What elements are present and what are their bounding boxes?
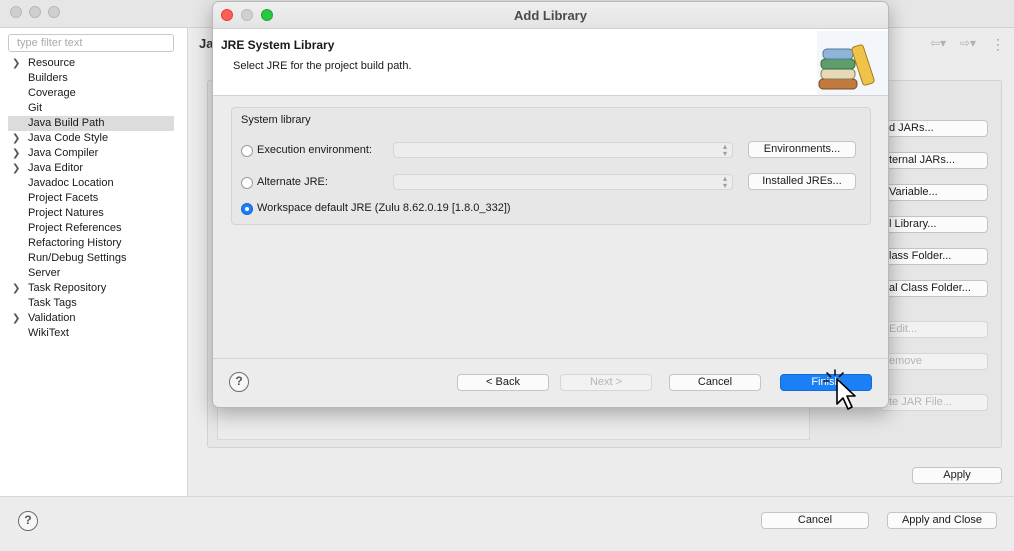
header-subtitle: Select JRE for the project build path. xyxy=(233,60,412,72)
tree-item-server[interactable]: Server xyxy=(8,266,174,281)
chevron-right-icon[interactable]: ❯ xyxy=(12,56,22,71)
group-label: System library xyxy=(241,114,311,126)
alternate-jre-select[interactable]: ▴ ▾ xyxy=(393,174,733,190)
footer-divider xyxy=(213,358,888,359)
workspace-default-radio[interactable] xyxy=(241,203,253,215)
dialog-header: JRE System Library Select JRE for the pr… xyxy=(213,29,888,96)
add-library-button[interactable]: l Library... xyxy=(880,216,988,233)
tree-item-label: Java Compiler xyxy=(28,147,99,159)
tree-item-validation[interactable]: ❯ Validation xyxy=(8,311,174,326)
dialog-zoom-button[interactable] xyxy=(261,9,273,21)
window-zoom-button[interactable] xyxy=(48,6,60,18)
tree-item-java-compiler[interactable]: ❯ Java Compiler xyxy=(8,146,174,161)
dialog-close-button[interactable] xyxy=(221,9,233,21)
tree-item-label: Project Natures xyxy=(28,207,104,219)
apply-button[interactable]: Apply xyxy=(912,467,1002,484)
add-external-jars-button[interactable]: ternal JARs... xyxy=(880,152,988,169)
filter-input[interactable]: type filter text xyxy=(8,34,174,52)
kebab-menu-icon[interactable]: · · · xyxy=(994,33,1002,55)
tree-item-project-references[interactable]: Project References xyxy=(8,221,174,236)
tree-item-label: Project Facets xyxy=(28,192,99,204)
dialog-minimize-button[interactable] xyxy=(241,9,253,21)
next-button[interactable]: Next > xyxy=(560,374,652,391)
tree-item-label: Task Repository xyxy=(28,282,107,294)
chevron-right-icon[interactable]: ❯ xyxy=(12,311,22,326)
tree-item-refactoring-history[interactable]: Refactoring History xyxy=(8,236,174,251)
tree-item-label: Builders xyxy=(28,72,68,84)
workspace-default-label: Workspace default JRE (Zulu 8.62.0.19 [1… xyxy=(257,202,511,214)
migrate-jar-button[interactable]: te JAR File... xyxy=(880,394,988,411)
remove-button[interactable]: emove xyxy=(880,353,988,370)
tree-item-resource[interactable]: ❯ Resource xyxy=(8,56,174,71)
back-button[interactable]: < Back xyxy=(457,374,549,391)
window-minimize-button[interactable] xyxy=(29,6,41,18)
execution-environment-select[interactable]: ▴ ▾ xyxy=(393,142,733,158)
tree-item-wikitext[interactable]: WikiText xyxy=(8,326,174,341)
tree-item-label: Git xyxy=(28,102,43,114)
tree-item-label: Java Build Path xyxy=(28,117,105,129)
tree-item-label: Task Tags xyxy=(28,297,77,309)
add-variable-button[interactable]: Variable... xyxy=(880,184,988,201)
tree-item-project-facets[interactable]: Project Facets xyxy=(8,191,174,206)
add-external-class-folder-button[interactable]: al Class Folder... xyxy=(880,280,988,297)
tree-item-label: Java Editor xyxy=(28,162,84,174)
dropdown-arrow-icon: ▴ ▾ xyxy=(722,142,727,158)
property-tree: ❯ Resource Builders Coverage Git Java Bui… xyxy=(8,56,174,341)
tree-item-label: Server xyxy=(28,267,61,279)
header-title: JRE System Library xyxy=(221,38,335,52)
back-arrow-icon[interactable]: ⇦▾ xyxy=(930,36,946,50)
alternate-jre-radio[interactable] xyxy=(241,177,253,189)
tree-item-git[interactable]: Git xyxy=(8,101,174,116)
tree-item-label: Refactoring History xyxy=(28,237,122,249)
tree-item-builders[interactable]: Builders xyxy=(8,71,174,86)
window-close-button[interactable] xyxy=(10,6,22,18)
chevron-right-icon[interactable]: ❯ xyxy=(12,281,22,296)
dropdown-arrow-icon: ▴ ▾ xyxy=(722,174,727,190)
books-icon xyxy=(817,31,888,95)
execution-environment-radio[interactable] xyxy=(241,145,253,157)
help-icon[interactable]: ? xyxy=(229,372,249,392)
mouse-cursor-icon xyxy=(823,369,856,410)
tree-item-task-tags[interactable]: Task Tags xyxy=(8,296,174,311)
chevron-right-icon[interactable]: ❯ xyxy=(12,146,22,161)
add-class-folder-button[interactable]: lass Folder... xyxy=(880,248,988,265)
environments-button[interactable]: Environments... xyxy=(748,141,856,158)
chevron-right-icon[interactable]: ❯ xyxy=(12,161,22,176)
tree-item-project-natures[interactable]: Project Natures xyxy=(8,206,174,221)
tree-item-java-code-style[interactable]: ❯ Java Code Style xyxy=(8,131,174,146)
dialog-title: Add Library xyxy=(514,8,587,23)
help-icon[interactable]: ? xyxy=(18,511,38,531)
dialog-cancel-button[interactable]: Cancel xyxy=(669,374,761,391)
tree-item-javadoc-location[interactable]: Javadoc Location xyxy=(8,176,174,191)
tree-item-label: Project References xyxy=(28,222,122,234)
tree-item-java-editor[interactable]: ❯ Java Editor xyxy=(8,161,174,176)
tree-item-label: Javadoc Location xyxy=(28,177,114,189)
tree-item-label: Resource xyxy=(28,57,76,69)
tree-item-java-build-path[interactable]: Java Build Path xyxy=(8,116,174,131)
tree-item-task-repository[interactable]: ❯ Task Repository xyxy=(8,281,174,296)
apply-and-close-button[interactable]: Apply and Close xyxy=(887,512,997,529)
alternate-jre-label: Alternate JRE: xyxy=(257,176,328,188)
chevron-right-icon[interactable]: ❯ xyxy=(12,131,22,146)
cancel-button[interactable]: Cancel xyxy=(761,512,869,529)
tree-item-label: Coverage xyxy=(28,87,76,99)
tree-item-label: Validation xyxy=(28,312,76,324)
execution-environment-label: Execution environment: xyxy=(257,144,372,156)
tree-item-coverage[interactable]: Coverage xyxy=(8,86,174,101)
installed-jres-button[interactable]: Installed JREs... xyxy=(748,173,856,190)
tree-item-label: WikiText xyxy=(28,327,69,339)
tree-item-label: Java Code Style xyxy=(28,132,109,144)
tree-item-run-debug-settings[interactable]: Run/Debug Settings xyxy=(8,251,174,266)
tree-item-label: Run/Debug Settings xyxy=(28,252,127,264)
add-jars-button[interactable]: d JARs... xyxy=(880,120,988,137)
forward-arrow-icon[interactable]: ⇨▾ xyxy=(960,36,976,50)
add-library-dialog: Add Library JRE System Library Select JR… xyxy=(212,1,889,408)
edit-button[interactable]: Edit... xyxy=(880,321,988,338)
